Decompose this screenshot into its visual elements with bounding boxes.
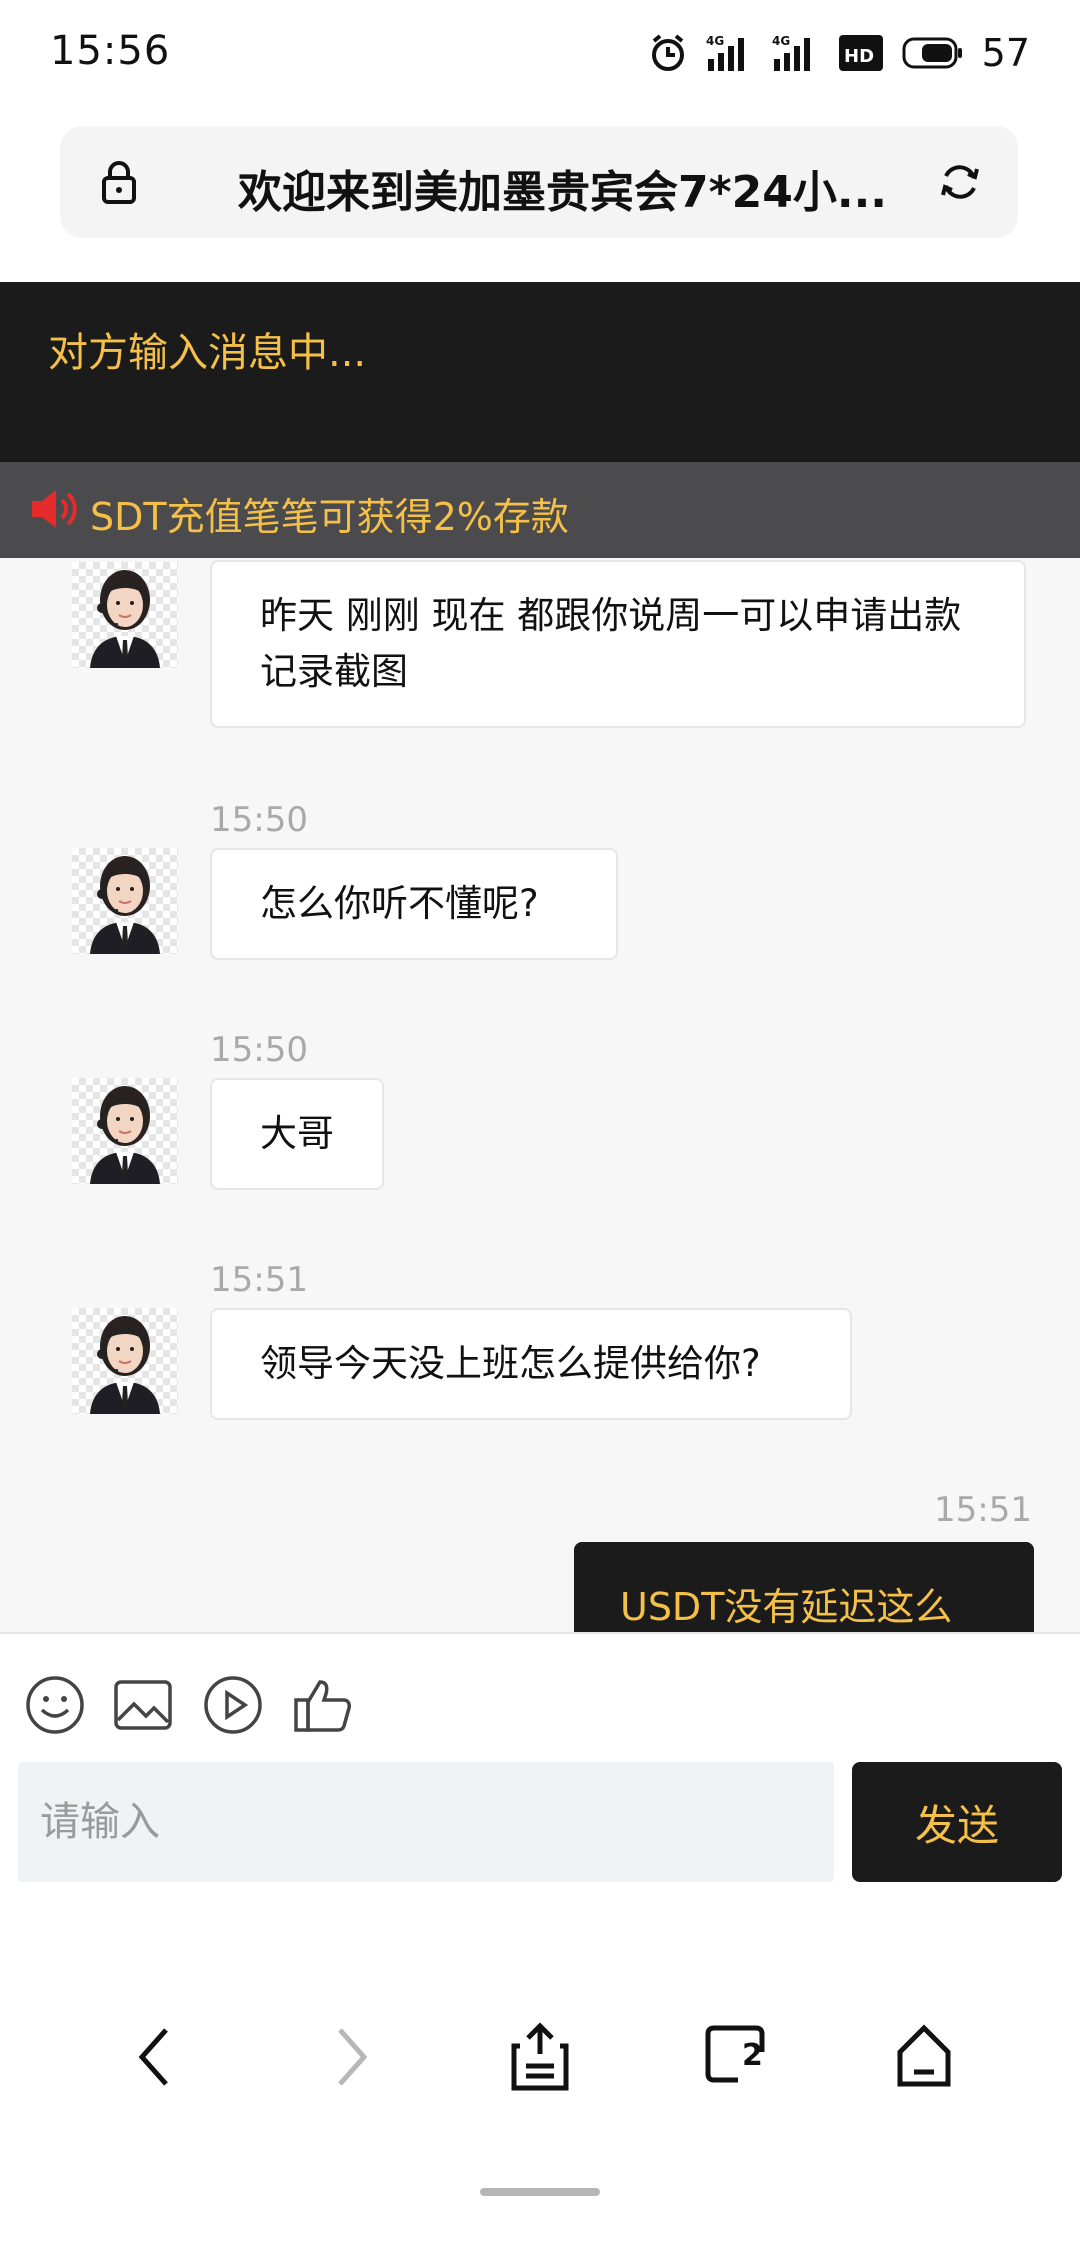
refresh-icon[interactable] <box>938 160 982 204</box>
typing-status: 对方输入消息中... <box>48 330 367 376</box>
battery-level: 57 <box>981 31 1030 75</box>
network-label: 4G <box>706 34 724 48</box>
tab-count: 2 <box>742 2038 763 2073</box>
agent-avatar-image <box>90 1316 160 1414</box>
message-time: 15:50 <box>210 800 308 840</box>
browser-toolbar <box>0 1960 1080 2140</box>
thumbs-up-icon[interactable] <box>292 1674 354 1736</box>
agent-avatar-image <box>90 570 160 668</box>
user-message-bubble: USDT没有延迟这么久 <box>574 1542 1034 1632</box>
agent-avatar <box>72 562 178 668</box>
agent-avatar <box>72 848 178 954</box>
alarm-icon <box>651 34 684 71</box>
send-button[interactable]: 发送 <box>852 1762 1062 1882</box>
svg-text:HD: HD <box>844 46 874 67</box>
network-label: 4G <box>772 34 790 48</box>
message-time: 15:51 <box>210 1260 308 1300</box>
video-play-icon[interactable] <box>202 1674 264 1736</box>
page-title[interactable]: 欢迎来到美加墨贵宾会7*24小... <box>238 156 938 220</box>
chat-header: 对方输入消息中... <box>0 282 1080 462</box>
agent-avatar <box>72 1078 178 1184</box>
message-bubble: 昨天 刚刚 现在 都跟你说周一可以申请出款记录截图 <box>210 560 1026 728</box>
message-bubble: 怎么你听不懂呢? <box>210 848 618 960</box>
message-input[interactable] <box>18 1762 834 1882</box>
battery-icon <box>902 37 962 69</box>
emoji-icon[interactable] <box>24 1674 86 1736</box>
notice-bar: SDT充值笔笔可获得2%存款 <box>0 462 1080 558</box>
signal-icon: 4G <box>706 34 744 71</box>
hd-voice-icon: HD <box>838 35 883 71</box>
back-icon[interactable] <box>130 2022 180 2092</box>
status-icons: 4G 4G HD 57 <box>648 28 1030 78</box>
message-time: 15:51 <box>934 1490 1032 1530</box>
notice-text: SDT充值笔笔可获得2%存款 <box>90 495 569 539</box>
speaker-icon <box>32 490 77 528</box>
message-bubble: 大哥 <box>210 1078 384 1190</box>
status-bar: 15:56 4G 4G HD 57 <box>0 0 1080 110</box>
message-bubble: 领导今天没上班怎么提供给你? <box>210 1308 852 1420</box>
forward-icon[interactable] <box>326 2022 376 2092</box>
address-bar[interactable]: 欢迎来到美加墨贵宾会7*24小... <box>60 126 1018 238</box>
home-icon[interactable] <box>896 2022 952 2092</box>
chat-messages[interactable]: 昨天 刚刚 现在 都跟你说周一可以申请出款记录截图 15:50 怎么你听不懂呢?… <box>0 558 1080 1632</box>
signal-icon: 4G <box>772 34 810 71</box>
message-time: 15:50 <box>210 1030 308 1070</box>
agent-avatar-image <box>90 856 160 954</box>
image-icon[interactable] <box>112 1674 174 1736</box>
agent-avatar <box>72 1308 178 1414</box>
home-indicator[interactable] <box>480 2188 600 2196</box>
share-icon[interactable] <box>510 2022 570 2092</box>
agent-avatar-image <box>90 1086 160 1184</box>
composer: 发送 <box>0 1632 1080 1924</box>
status-time: 15:56 <box>50 28 171 74</box>
lock-icon <box>102 161 136 204</box>
